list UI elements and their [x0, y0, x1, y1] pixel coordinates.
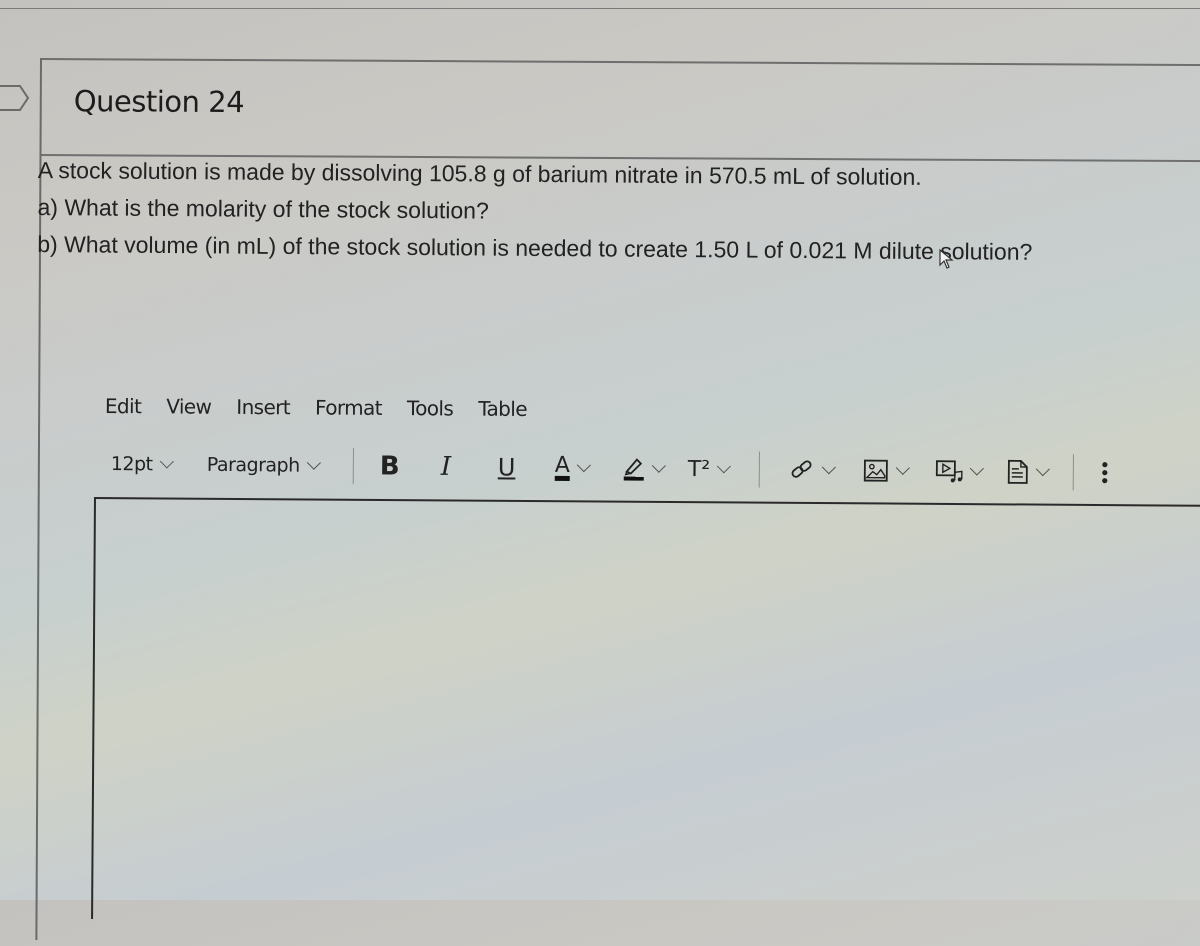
chevron-down-icon	[576, 458, 592, 473]
editor-menubar: Edit View Insert Format Tools Table	[105, 394, 552, 421]
document-button[interactable]	[1007, 456, 1050, 488]
menu-tools[interactable]: Tools	[407, 396, 453, 420]
rich-text-editor-area[interactable]	[91, 497, 1200, 927]
italic-icon: I	[440, 451, 452, 482]
block-format-select[interactable]: Paragraph	[206, 449, 321, 482]
question-title: Question 24	[73, 84, 245, 120]
chevron-down-icon	[651, 458, 666, 473]
chevron-down-icon	[717, 459, 732, 474]
chevron-down-icon	[821, 460, 836, 475]
text-color-icon: A	[554, 452, 570, 481]
media-icon	[935, 460, 963, 483]
image-button[interactable]	[863, 455, 910, 487]
toolbar-divider	[1072, 454, 1074, 491]
question-header: Question 24	[41, 60, 1200, 163]
chevron-down-icon	[895, 460, 910, 475]
menu-format[interactable]: Format	[315, 395, 382, 419]
more-vertical-icon	[1102, 462, 1108, 484]
chevron-down-icon	[969, 461, 984, 476]
underline-icon: U	[497, 453, 516, 482]
underline-button[interactable]: U	[498, 451, 516, 483]
block-format-value: Paragraph	[206, 453, 300, 477]
link-icon	[791, 460, 812, 478]
bold-button[interactable]: B	[380, 450, 400, 482]
chevron-down-icon	[306, 455, 321, 470]
more-options-button[interactable]	[1101, 457, 1109, 489]
mouse-cursor-icon	[939, 248, 954, 269]
superscript-icon: T²	[687, 456, 711, 482]
toolbar-divider	[352, 448, 355, 485]
bold-icon: B	[379, 451, 400, 482]
menu-insert[interactable]: Insert	[236, 395, 290, 419]
menu-view[interactable]: View	[166, 394, 211, 418]
text-color-button[interactable]: A	[554, 452, 592, 484]
menu-table[interactable]: Table	[478, 397, 527, 421]
highlighter-icon	[623, 458, 644, 481]
italic-button[interactable]: I	[441, 451, 452, 483]
media-button[interactable]	[935, 455, 984, 487]
font-size-select[interactable]: 12pt	[110, 448, 174, 481]
document-icon	[1007, 459, 1028, 484]
highlight-color-button[interactable]	[623, 452, 666, 484]
question-line-b: b) What volume (in mL) of the stock solu…	[37, 230, 1033, 265]
chevron-down-icon	[1035, 462, 1050, 477]
top-strip	[0, 0, 1200, 9]
question-nav-flag-icon[interactable]	[0, 84, 34, 112]
toolbar-divider	[758, 451, 760, 488]
superscript-button[interactable]: T²	[687, 453, 732, 485]
font-size-value: 12pt	[110, 452, 153, 476]
chevron-down-icon	[159, 454, 174, 469]
menu-edit[interactable]: Edit	[105, 394, 142, 418]
link-button[interactable]	[789, 454, 836, 486]
question-body: A stock solution is made by dissolving 1…	[37, 152, 1033, 271]
image-icon	[863, 459, 888, 482]
